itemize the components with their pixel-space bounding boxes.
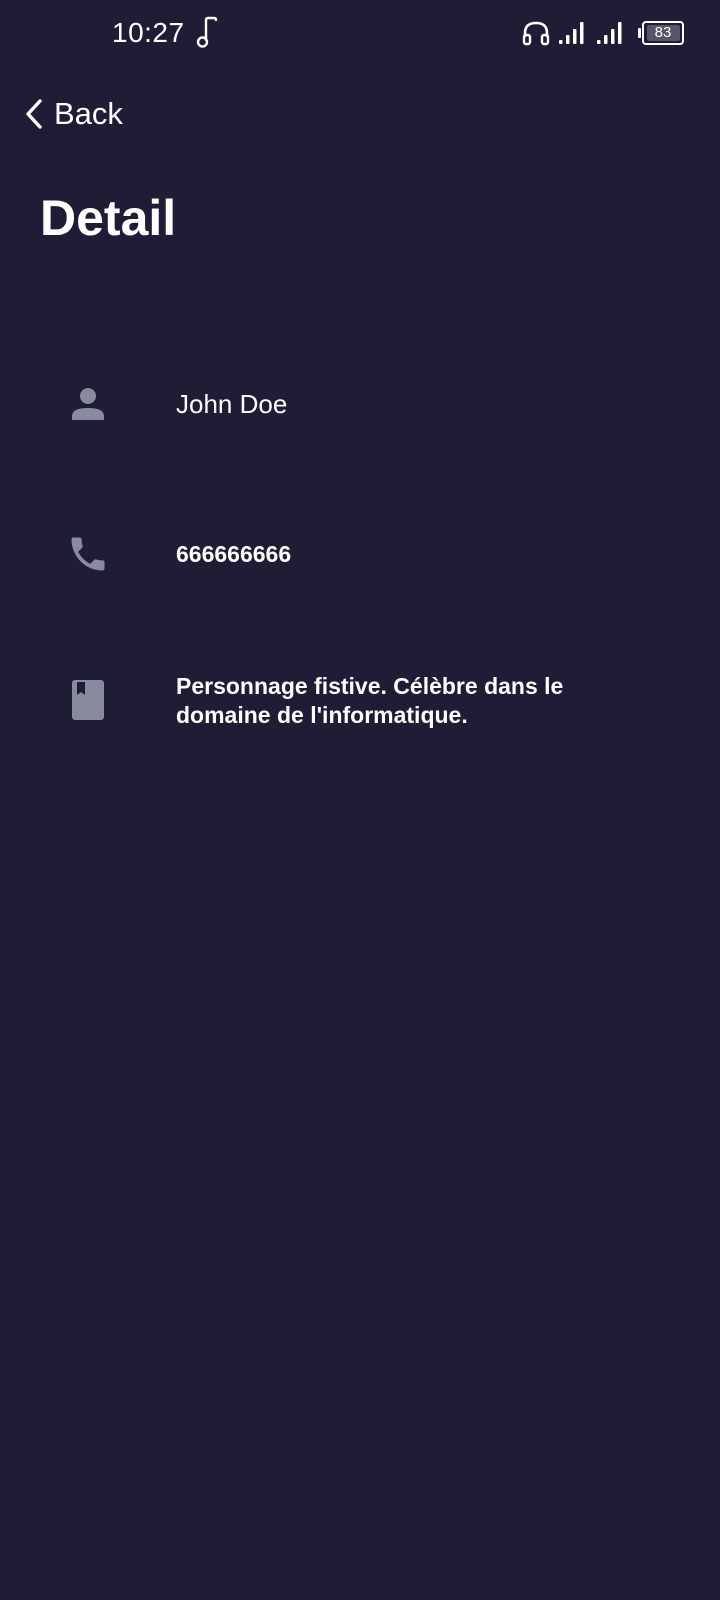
- chevron-left-icon: [26, 99, 42, 129]
- contact-name: John Doe: [176, 389, 288, 419]
- music-note-icon: [196, 16, 218, 48]
- battery-level: 83: [654, 24, 672, 41]
- person-icon: [72, 388, 104, 420]
- status-time: 10:27: [112, 17, 185, 48]
- signal-icon: [559, 22, 584, 44]
- book-icon: [72, 680, 104, 720]
- battery-icon: 83: [638, 21, 684, 45]
- contact-description: Personnage fistive. Célèbre dans le doma…: [176, 673, 564, 728]
- signal-icon: [597, 22, 622, 44]
- detail-screen: 10:27 83 Back Detail John Doe 666666666 …: [0, 0, 720, 1600]
- status-bar: 10:27 83: [0, 0, 720, 66]
- phone-icon: [71, 537, 105, 571]
- contact-phone: 666666666: [176, 541, 292, 567]
- back-button[interactable]: Back: [22, 92, 123, 136]
- back-label: Back: [54, 96, 123, 131]
- page-title: Detail: [40, 190, 177, 246]
- status-icons: 83: [522, 18, 684, 48]
- headphones-icon: [522, 21, 550, 46]
